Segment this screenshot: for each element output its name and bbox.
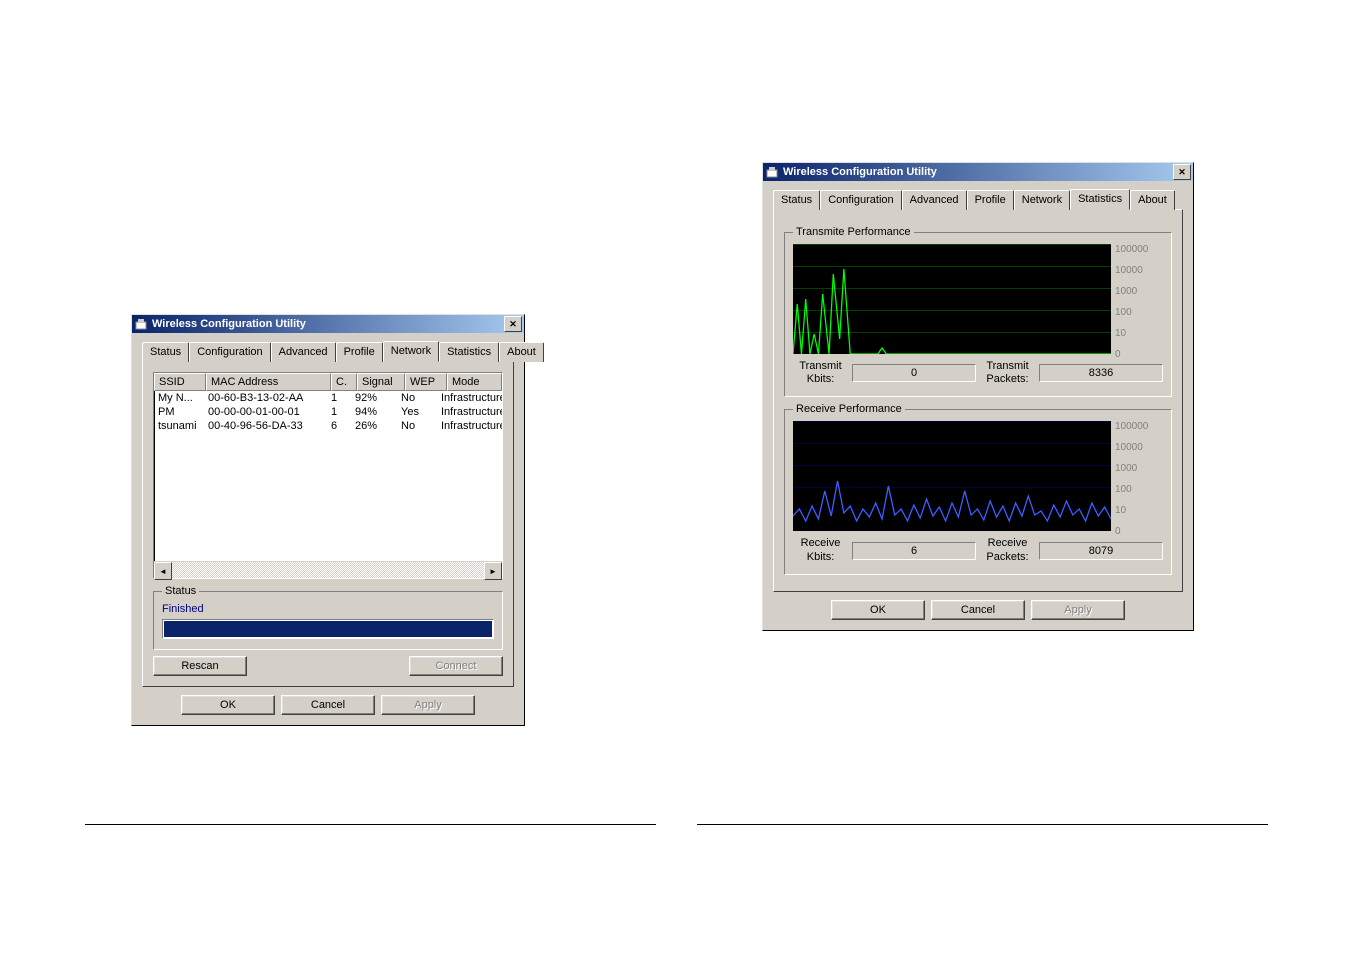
receive-graph [793,421,1111,531]
col-signal[interactable]: Signal [357,373,405,391]
tab-profile[interactable]: Profile [967,190,1014,210]
rescan-button[interactable]: Rescan [153,656,247,676]
close-button[interactable]: ✕ [504,316,522,332]
tab-configuration[interactable]: Configuration [820,190,901,210]
tab-panel: SSID MAC Address C. Signal WEP Mode My N… [142,361,514,687]
tab-statistics[interactable]: Statistics [1070,189,1130,210]
receive-y-axis: 100000 10000 1000 100 10 0 [1111,421,1163,537]
rx-packets-value: 8079 [1039,542,1163,560]
network-list[interactable]: SSID MAC Address C. Signal WEP Mode My N… [153,372,503,579]
tab-network[interactable]: Network [1014,190,1070,210]
tx-kbits-value: 0 [852,364,976,382]
rx-kbits-label: Receive Kbits: [793,537,848,563]
tab-bar: Status Configuration Advanced Profile Ne… [142,341,514,361]
statistics-window: Wireless Configuration Utility ✕ Status … [762,162,1194,631]
tab-bar: Status Configuration Advanced Profile Ne… [773,189,1183,209]
tab-status[interactable]: Status [142,342,189,362]
table-row[interactable]: tsunami 00-40-96-56-DA-33 6 26% No Infra… [154,419,502,433]
ok-button[interactable]: OK [181,695,275,715]
tab-advanced[interactable]: Advanced [271,342,336,362]
tab-advanced[interactable]: Advanced [902,190,967,210]
tab-statistics[interactable]: Statistics [439,342,499,362]
cancel-button[interactable]: Cancel [281,695,375,715]
tab-about[interactable]: About [1130,190,1175,210]
window-title: Wireless Configuration Utility [783,166,1173,178]
app-icon [134,317,148,331]
tab-profile[interactable]: Profile [336,342,383,362]
status-text: Finished [162,603,494,615]
tab-about[interactable]: About [499,342,544,362]
transmit-group: Transmite Performance [784,226,1172,397]
tx-packets-label: Transmit Packets: [980,360,1035,386]
network-window: Wireless Configuration Utility ✕ Status … [131,314,525,726]
col-channel[interactable]: C. [331,373,357,391]
table-row[interactable]: PM 00-00-00-01-00-01 1 94% Yes Infrastru… [154,405,502,419]
scroll-left-button[interactable]: ◄ [154,562,172,580]
app-icon [765,165,779,179]
cancel-button[interactable]: Cancel [931,600,1025,620]
receive-group: Receive Performance [784,403,1172,574]
list-body[interactable]: My N... 00-60-B3-13-02-AA 1 92% No Infra… [154,391,502,561]
status-group: Status Finished [153,585,503,650]
progress-bar [162,619,494,639]
tx-kbits-label: Transmit Kbits: [793,360,848,386]
col-mode[interactable]: Mode [447,373,502,391]
receive-legend: Receive Performance [793,403,905,415]
divider [697,824,1268,825]
connect-button[interactable]: Connect [409,656,503,676]
titlebar[interactable]: Wireless Configuration Utility ✕ [132,315,524,333]
scroll-right-button[interactable]: ► [484,562,502,580]
tab-status[interactable]: Status [773,190,820,210]
scroll-track[interactable] [172,562,484,578]
apply-button[interactable]: Apply [381,695,475,715]
transmit-graph [793,244,1111,354]
ok-button[interactable]: OK [831,600,925,620]
transmit-y-axis: 100000 10000 1000 100 10 0 [1111,244,1163,360]
list-header: SSID MAC Address C. Signal WEP Mode [154,373,502,391]
col-mac[interactable]: MAC Address [206,373,331,391]
rx-kbits-value: 6 [852,542,976,560]
close-button[interactable]: ✕ [1173,164,1191,180]
tx-packets-value: 8336 [1039,364,1163,382]
apply-button[interactable]: Apply [1031,600,1125,620]
titlebar[interactable]: Wireless Configuration Utility ✕ [763,163,1193,181]
tab-configuration[interactable]: Configuration [189,342,270,362]
horizontal-scrollbar[interactable]: ◄ ► [154,561,502,578]
tab-network[interactable]: Network [383,341,439,362]
table-row[interactable]: My N... 00-60-B3-13-02-AA 1 92% No Infra… [154,391,502,405]
window-title: Wireless Configuration Utility [152,318,504,330]
col-ssid[interactable]: SSID [154,373,206,391]
status-legend: Status [162,585,199,597]
col-wep[interactable]: WEP [405,373,447,391]
transmit-legend: Transmite Performance [793,226,914,238]
divider [85,824,656,825]
rx-packets-label: Receive Packets: [980,537,1035,563]
tab-panel: Transmite Performance [773,209,1183,592]
